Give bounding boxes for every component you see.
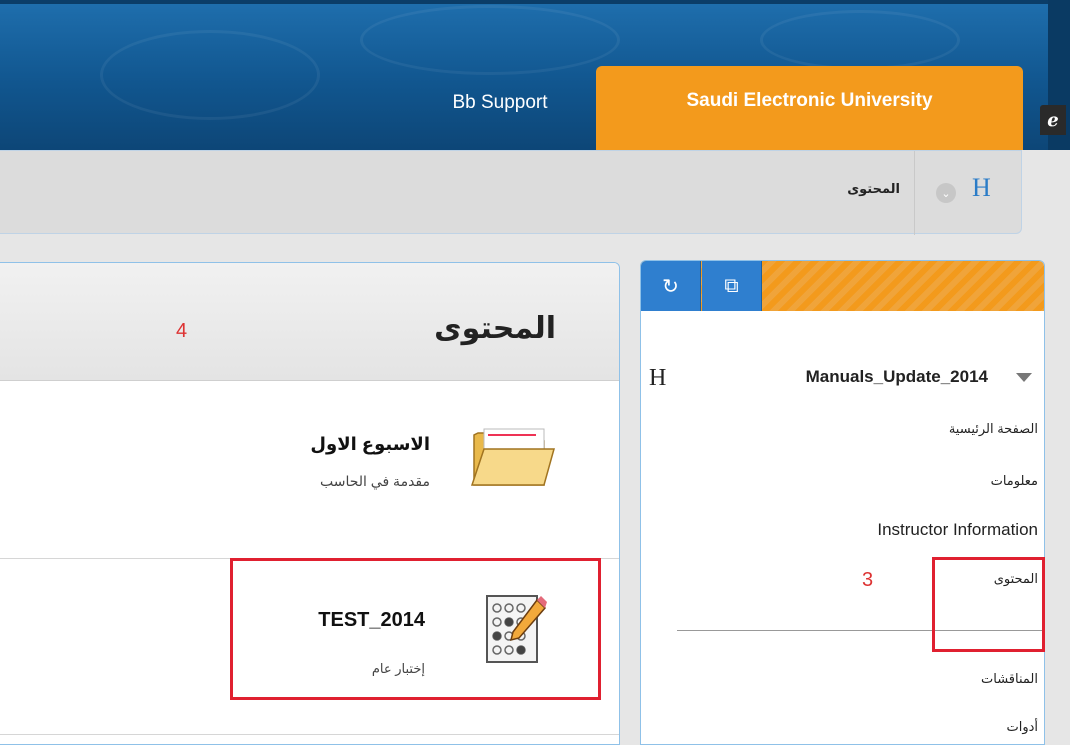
content-item-description: مقدمة في الحاسب <box>319 473 430 489</box>
page-title: المحتوى <box>434 312 556 345</box>
course-menu-h-glyph[interactable]: H <box>649 365 666 392</box>
menu-item-home[interactable]: الصفحة الرئيسية <box>949 421 1038 437</box>
course-menu-toolbar: ↻ ⧉ <box>641 261 1044 311</box>
banner-pattern <box>760 10 960 70</box>
breadcrumb: المحتوى ⌄ H <box>0 150 1022 235</box>
caret-down-icon[interactable] <box>1016 373 1032 382</box>
content-header: المحتوى <box>0 263 619 381</box>
course-menu-toggle[interactable]: H <box>972 173 991 203</box>
annotation-highlight-box <box>932 557 1045 652</box>
tab-bb-support[interactable]: Bb Support <box>405 78 595 128</box>
content-item: الاسبوع الاول مقدمة في الحاسب <box>0 381 619 559</box>
menu-item-discussions[interactable]: المناقشات <box>981 671 1038 687</box>
refresh-icon[interactable]: ↻ <box>641 261 701 311</box>
banner-pattern <box>360 5 620 75</box>
breadcrumb-current[interactable]: المحتوى <box>760 181 900 197</box>
annotation-highlight-box <box>230 558 601 700</box>
content-item-title[interactable]: الاسبوع الاول <box>310 434 430 455</box>
annotation-number: 4 <box>176 320 188 342</box>
top-banner: Bb Support Saudi Electronic University ℯ <box>0 0 1070 150</box>
menu-item-tools[interactable]: أدوات <box>1006 719 1038 735</box>
banner-pattern <box>100 30 320 120</box>
menu-item-instructor-information[interactable]: Instructor Information <box>877 520 1038 540</box>
breadcrumb-divider <box>914 151 915 235</box>
folder-icon <box>470 428 555 486</box>
window-icon[interactable]: ⧉ <box>702 261 762 311</box>
banner-top-line <box>0 0 1070 4</box>
course-name[interactable]: Manuals_Update_2014 <box>806 367 988 387</box>
chevron-down-icon[interactable]: ⌄ <box>936 183 956 203</box>
annotation-number: 3 <box>862 569 874 591</box>
link-icon[interactable]: ℯ <box>1040 105 1066 135</box>
tab-saudi-electronic-university[interactable]: Saudi Electronic University <box>596 66 1023 150</box>
course-menu: ↻ ⧉ H Manuals_Update_2014 الصفحة الرئيسي… <box>640 260 1045 745</box>
menu-item-information[interactable]: معلومات <box>991 473 1038 489</box>
